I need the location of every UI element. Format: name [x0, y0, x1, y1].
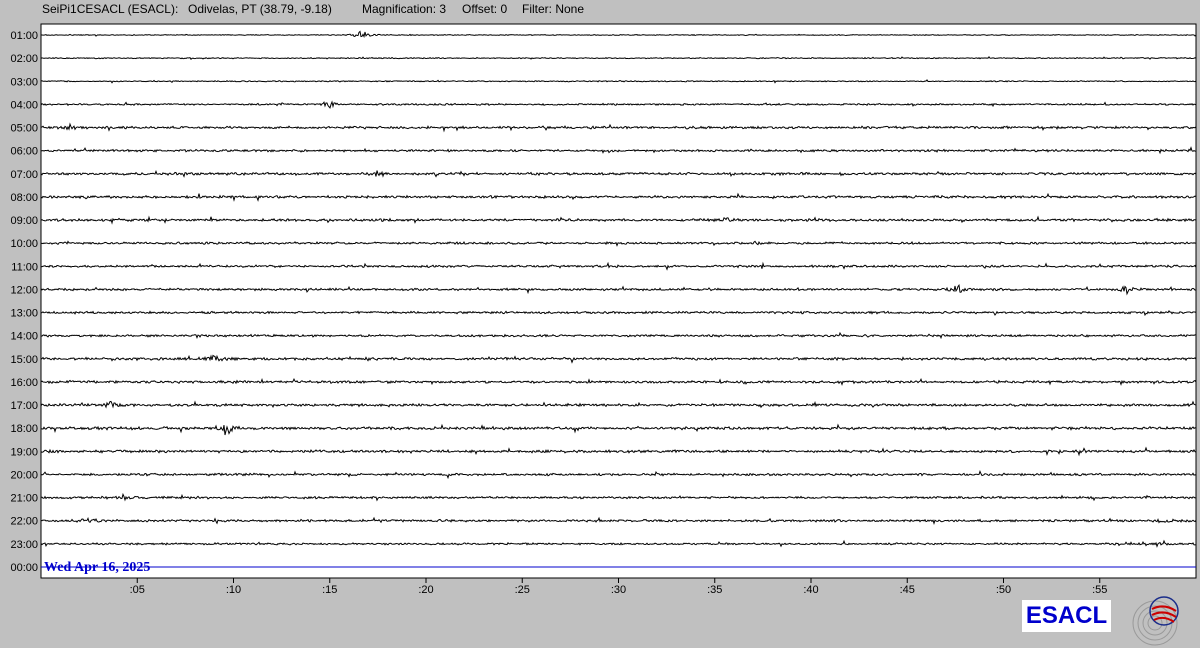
- seismogram-chart: 01:00 02:00 03:00 04:00 05:00 06:00 07:00 08:00…: [10, 23, 1197, 596]
- hour-label: 18:00: [10, 423, 38, 435]
- hour-label: 04:00: [10, 99, 38, 111]
- hour-label: 13:00: [10, 308, 38, 320]
- hour-label: 20:00: [10, 469, 38, 481]
- date-label: Wed Apr 16, 2025: [44, 560, 150, 575]
- hour-label: 16:00: [10, 377, 38, 389]
- hour-label: 05:00: [10, 123, 38, 135]
- x-tick-label: :45: [900, 584, 915, 596]
- hour-label: 00:00: [10, 562, 38, 574]
- x-ticks-group: :05 :10 :15 :20 :25 :30 :35 :40 :45 :50 :55: [130, 578, 1107, 596]
- hour-label: 03:00: [10, 76, 38, 88]
- x-tick-label: :05: [130, 584, 145, 596]
- hour-label: 06:00: [10, 146, 38, 158]
- x-tick-label: :25: [515, 584, 530, 596]
- hour-label: 07:00: [10, 169, 38, 181]
- hour-label: 14:00: [10, 331, 38, 343]
- hour-label: 19:00: [10, 446, 38, 458]
- x-tick-label: :15: [322, 584, 337, 596]
- x-tick-label: :55: [1092, 584, 1107, 596]
- hour-label: 11:00: [11, 261, 38, 273]
- hour-label: 08:00: [10, 192, 38, 204]
- hour-label: 23:00: [10, 539, 38, 551]
- hour-label: 12:00: [10, 284, 38, 296]
- hour-label: 21:00: [10, 493, 38, 505]
- x-tick-label: :10: [226, 584, 241, 596]
- hour-label: 10:00: [10, 238, 38, 250]
- hour-label: 22:00: [10, 516, 38, 528]
- x-tick-label: :35: [707, 584, 722, 596]
- seismograph-emblem-icon: [1132, 596, 1179, 646]
- hour-label: 01:00: [10, 30, 38, 42]
- x-tick-label: :20: [418, 584, 433, 596]
- x-tick-label: :30: [611, 584, 626, 596]
- logo-text: ESACL: [1025, 602, 1108, 629]
- hour-label: 17:00: [10, 400, 38, 412]
- x-tick-label: :50: [996, 584, 1011, 596]
- hour-label: 09:00: [10, 215, 38, 227]
- plot-area: [40, 23, 1197, 579]
- y-labels-group: 01:00 02:00 03:00 04:00 05:00 06:00 07:00 08:00…: [10, 30, 38, 574]
- station-logo: ESACL: [1022, 600, 1111, 632]
- x-tick-label: :40: [803, 584, 818, 596]
- hour-label: 15:00: [10, 354, 38, 366]
- hour-label: 02:00: [10, 53, 38, 65]
